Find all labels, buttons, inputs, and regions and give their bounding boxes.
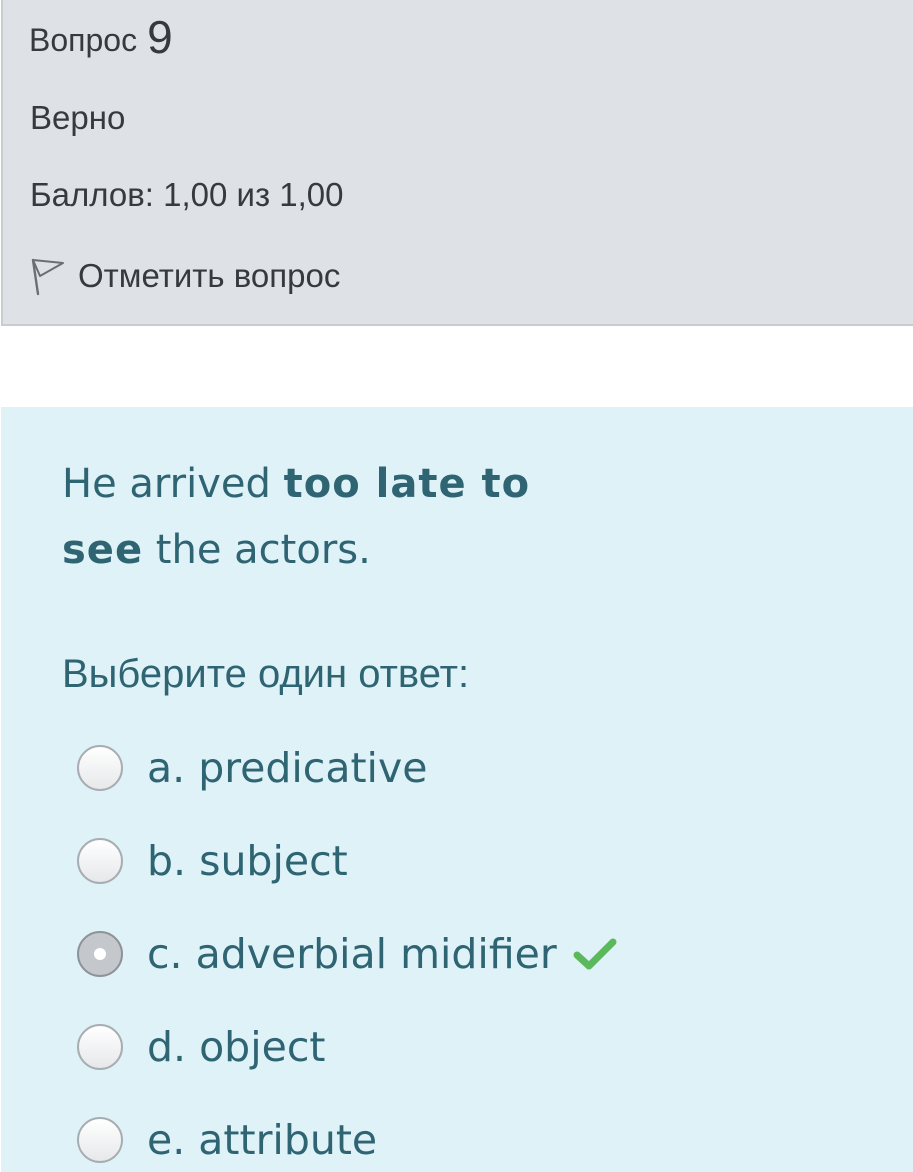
answer-label: a. predicative	[147, 743, 428, 792]
question-text-bold1: too late to	[283, 461, 531, 507]
check-icon	[573, 938, 617, 969]
radio-button[interactable]	[77, 744, 123, 791]
answer-label: b. subject	[147, 836, 348, 885]
answer-prompt: Выберите один ответ:	[62, 652, 470, 696]
radio-button[interactable]	[77, 1023, 123, 1070]
question-text-part2: the actors.	[143, 527, 371, 573]
question-info-panel: Вопрос 9 Верно Баллов: 1,00 из 1,00 Отмет…	[1, 0, 913, 326]
answer-option-b[interactable]: b. subject	[77, 814, 617, 907]
question-text: He arrived too late to see the actors.	[62, 451, 622, 583]
question-state: Верно	[30, 99, 126, 136]
question-text-part1: He arrived	[62, 461, 284, 507]
answer-option-e[interactable]: e. attribute	[77, 1093, 617, 1172]
radio-button[interactable]	[77, 1116, 123, 1163]
flag-question-label: Отметить вопрос	[78, 257, 341, 294]
answer-option-c[interactable]: c. adverbial midifier	[77, 907, 617, 1000]
radio-button[interactable]	[77, 837, 123, 884]
answer-label: e. attribute	[147, 1115, 378, 1164]
question-content-panel: He arrived too late to see the actors. В…	[1, 407, 913, 1172]
question-label: Вопрос	[29, 22, 138, 58]
radio-button-selected[interactable]	[77, 930, 123, 977]
flag-question-link[interactable]: Отметить вопрос	[30, 256, 340, 296]
flag-icon	[31, 258, 64, 296]
question-number: Вопрос 9	[29, 12, 173, 60]
answer-list: a. predicative b. subject c. adverbial m…	[77, 721, 617, 1172]
question-number-value: 9	[147, 11, 173, 63]
question-text-bold2: see	[62, 527, 144, 573]
question-grade: Баллов: 1,00 из 1,00	[30, 176, 344, 213]
answer-label: d. object	[147, 1022, 326, 1071]
answer-label: c. adverbial midifier	[147, 929, 557, 978]
answer-option-d[interactable]: d. object	[77, 1000, 617, 1093]
answer-option-a[interactable]: a. predicative	[77, 721, 617, 814]
